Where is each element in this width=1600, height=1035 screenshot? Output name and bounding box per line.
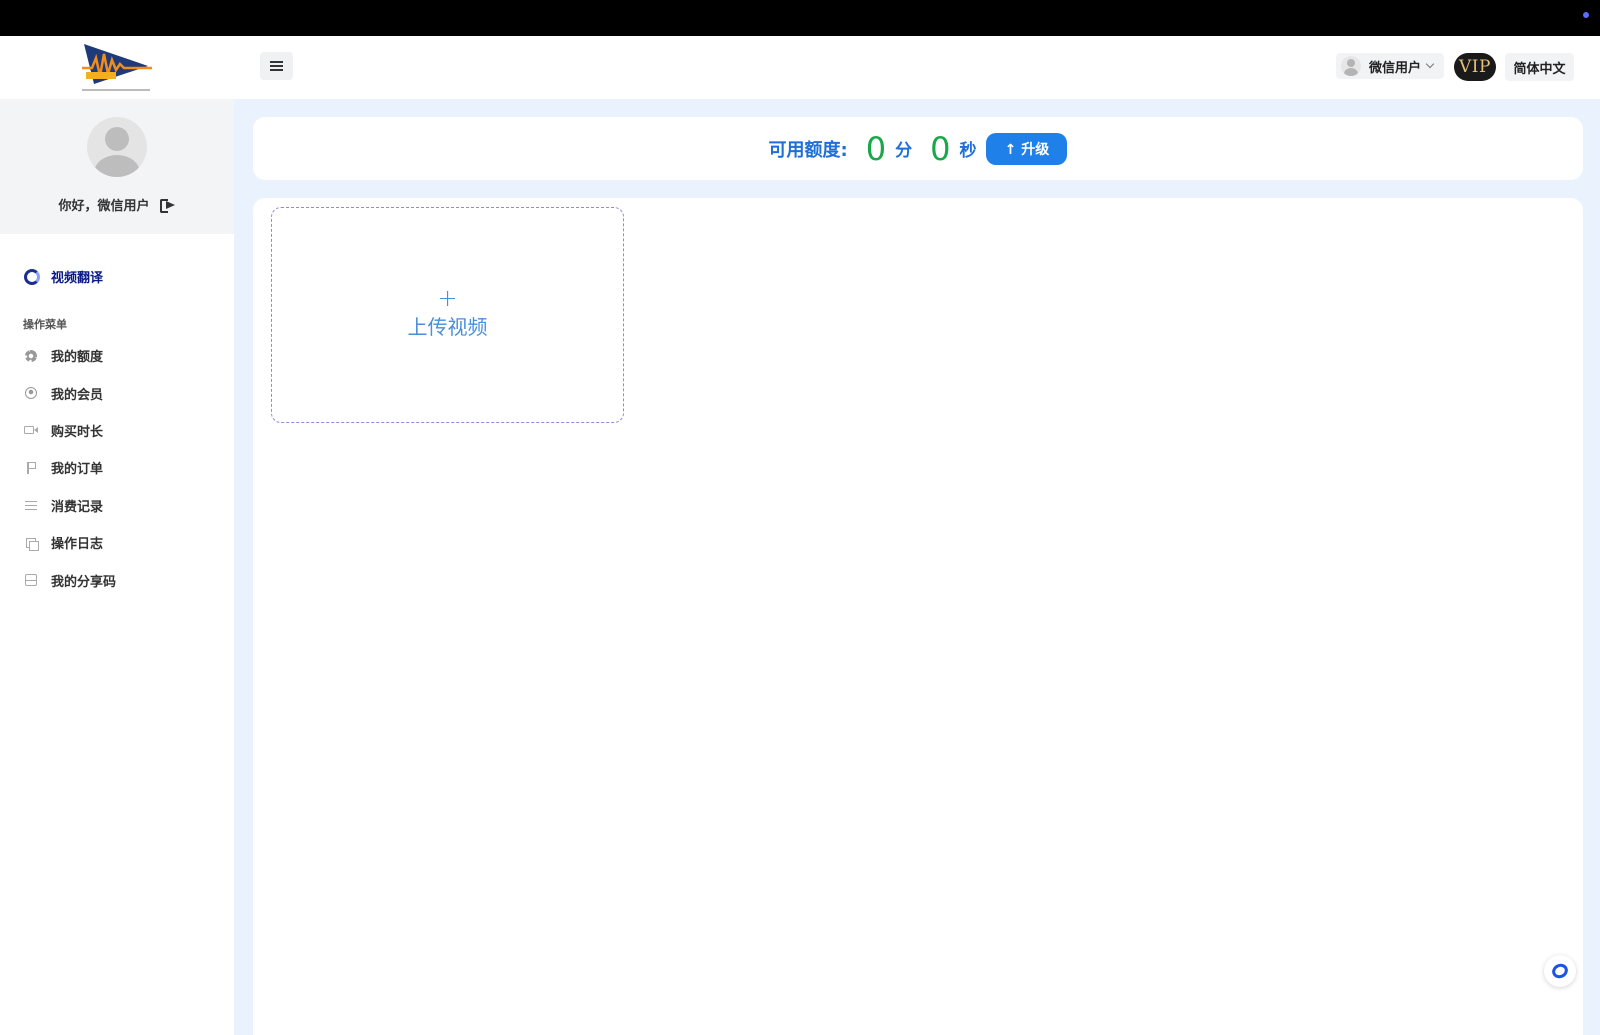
sidebar-item-label: 操作日志 xyxy=(51,537,104,553)
quota-minutes: 0 xyxy=(865,129,887,168)
upload-label: 上传视频 xyxy=(407,314,488,339)
plus-icon: + xyxy=(437,283,458,312)
sliders-icon xyxy=(24,498,38,512)
sidebar-item-label: 购买时长 xyxy=(51,424,104,440)
sidebar-menu: 我的额度 我的会员 购买时长 我的订单 消费记录 操作日志 我的分享码 xyxy=(24,337,224,599)
language-select[interactable]: 简体中文 xyxy=(1505,53,1574,81)
greeting-text: 你好，微信用户 xyxy=(58,199,150,214)
sidebar-item-label: 我的会员 xyxy=(51,387,104,403)
loading-ring-icon xyxy=(24,268,40,285)
sidebar-item-label: 消费记录 xyxy=(51,499,104,515)
greeting-row: 你好，微信用户 xyxy=(0,195,234,214)
app-header: 微信用户 VIP 简体中文 xyxy=(0,36,1600,99)
upgrade-button[interactable]: ↑ 升级 xyxy=(986,132,1068,165)
sidebar-item-my-quota[interactable]: 我的额度 xyxy=(24,337,224,374)
copy-icon xyxy=(24,536,39,551)
avatar xyxy=(87,117,147,177)
user-circle-icon xyxy=(24,386,38,400)
minutes-unit: 分 xyxy=(895,141,913,161)
section-title: 操作菜单 xyxy=(23,318,67,331)
gear-icon xyxy=(24,349,38,363)
sidebar-item-operation-log[interactable]: 操作日志 xyxy=(24,524,224,561)
vip-badge[interactable]: VIP xyxy=(1454,53,1496,81)
user-name: 微信用户 xyxy=(1369,60,1422,76)
help-chat-button[interactable] xyxy=(1544,955,1576,987)
quota-label: 可用额度: xyxy=(768,139,848,161)
status-dot xyxy=(1583,12,1589,18)
profile-panel: 你好，微信用户 xyxy=(0,99,234,234)
seconds-unit: 秒 xyxy=(959,141,977,161)
sidebar: 你好，微信用户 视频翻译 操作菜单 我的额度 我的会员 购买时长 我的订单 消费… xyxy=(0,99,234,1035)
sidebar-item-spending-records[interactable]: 消费记录 xyxy=(24,487,224,524)
sidebar-item-label: 视频翻译 xyxy=(51,271,104,286)
chevron-down-icon xyxy=(1425,59,1435,69)
video-camera-icon xyxy=(24,423,38,437)
os-top-bar xyxy=(0,0,1600,36)
logo xyxy=(82,44,152,91)
sidebar-item-label: 我的分享码 xyxy=(51,574,117,590)
chat-bubble-icon xyxy=(1549,961,1571,981)
sidebar-item-buy-time[interactable]: 购买时长 xyxy=(24,412,224,449)
upload-video-dropzone[interactable]: + 上传视频 xyxy=(271,207,624,423)
user-dropdown[interactable]: 微信用户 xyxy=(1336,53,1444,79)
sidebar-item-label: 我的订单 xyxy=(51,462,104,478)
menu-toggle-button[interactable] xyxy=(260,52,293,80)
quota-card: 可用额度: 0 分 0 秒 ↑ 升级 xyxy=(253,117,1583,180)
hamburger-icon xyxy=(270,61,283,71)
sidebar-item-video-translate[interactable]: 视频翻译 xyxy=(24,267,103,286)
quota-seconds: 0 xyxy=(930,129,951,168)
sidebar-item-my-orders[interactable]: 我的订单 xyxy=(24,449,224,486)
logout-icon[interactable] xyxy=(159,198,176,213)
sidebar-item-my-membership[interactable]: 我的会员 xyxy=(24,374,224,411)
sidebar-item-share-code[interactable]: 我的分享码 xyxy=(24,561,224,598)
scan-code-icon xyxy=(24,573,38,587)
avatar xyxy=(1341,56,1361,76)
flag-icon xyxy=(24,461,38,475)
sidebar-item-label: 我的额度 xyxy=(51,350,104,366)
